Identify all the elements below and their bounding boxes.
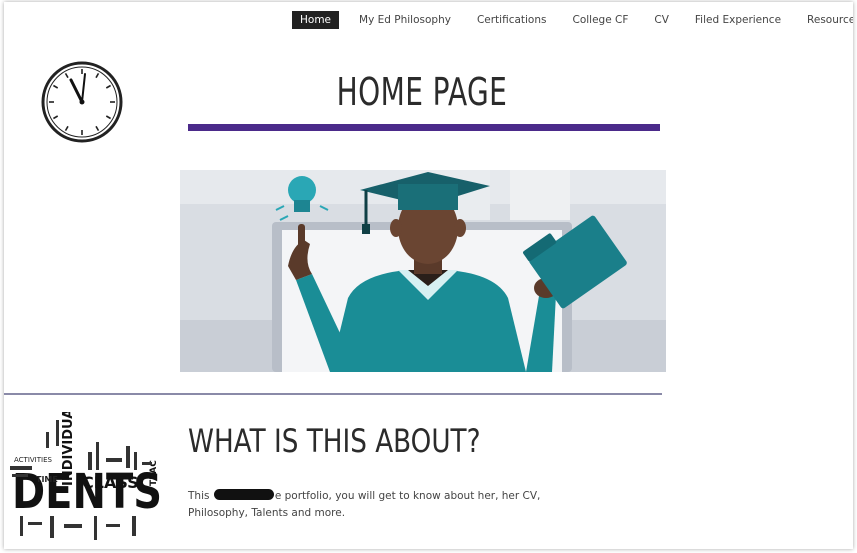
nav-resources[interactable]: Resources: [801, 11, 853, 29]
redacted-name: [213, 489, 274, 500]
section-divider: [4, 393, 662, 395]
title-underline: [188, 124, 660, 131]
about-text-line2: Philosophy, Talents and more.: [188, 507, 346, 519]
about-section-text: This e portfolio, you will get to know a…: [188, 488, 628, 522]
svg-text:INDIVIDUAL: INDIVIDUAL: [61, 412, 76, 486]
page-frame: Home My Ed Philosophy Certifications Col…: [4, 2, 853, 549]
svg-text:TIME: TIME: [36, 475, 58, 484]
nav-cv[interactable]: CV: [648, 11, 675, 29]
nav-home[interactable]: Home: [292, 11, 340, 29]
nav-filed-experience[interactable]: Filed Experience: [689, 11, 787, 29]
graduate-hero-image: [180, 170, 666, 372]
about-section-title: WHAT IS THIS ABOUT?: [188, 422, 481, 460]
about-text-rest: e portfolio, you will get to know about …: [274, 490, 541, 502]
svg-text:ACTIVITIES: ACTIVITIES: [14, 456, 53, 464]
top-nav: Home My Ed Philosophy Certifications Col…: [292, 10, 853, 30]
nav-certifications[interactable]: Certifications: [471, 11, 553, 29]
svg-text:CLASS: CLASS: [82, 473, 139, 492]
nav-college-cf[interactable]: College CF: [567, 11, 635, 29]
nav-ed-philosophy[interactable]: My Ed Philosophy: [353, 11, 457, 29]
clock-icon: [41, 61, 123, 143]
education-wordcloud-image: DENTS CLASS INDIVIDUAL TEAC ACTIVITIES T…: [6, 412, 166, 546]
about-text-start: This: [188, 490, 210, 502]
page-title: HOME PAGE: [336, 70, 508, 114]
